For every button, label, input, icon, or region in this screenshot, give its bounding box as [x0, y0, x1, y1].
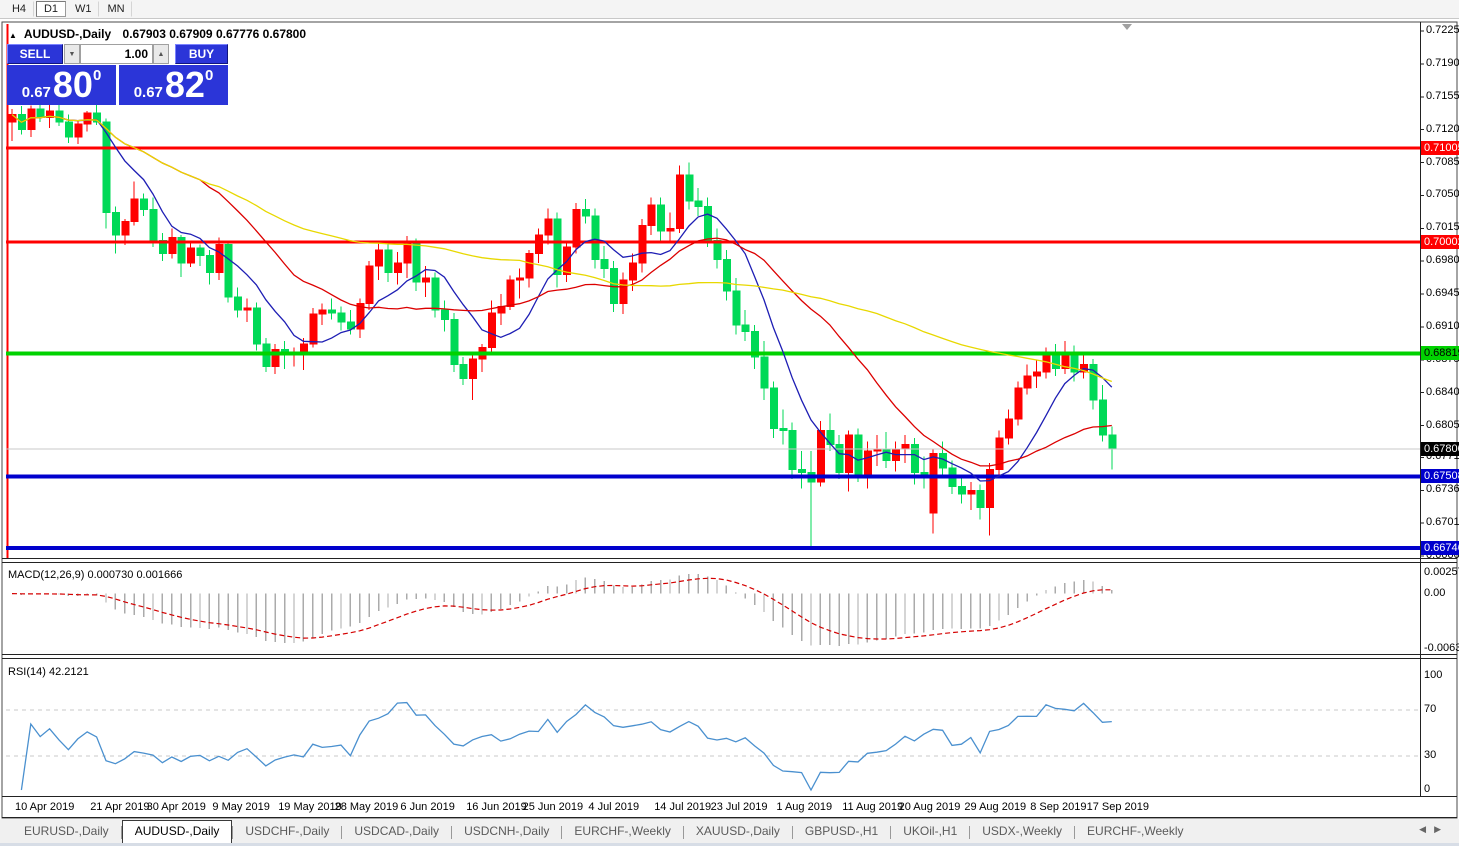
date-tick-label: 11 Aug 2019: [842, 801, 903, 813]
hline-price-label: 0.66746: [1421, 541, 1459, 555]
rsi-legend: RSI(14) 42.2121: [8, 666, 89, 678]
rsi-name: RSI(14): [8, 666, 46, 678]
date-tick-label: 23 Jul 2019: [711, 801, 768, 813]
tab-usdx-weekly[interactable]: USDX-,Weekly: [970, 821, 1074, 843]
date-tick-label: 30 Apr 2019: [147, 801, 206, 813]
rsi-axis-label: 100: [1424, 669, 1442, 681]
one-click-trade-panel: SELL ▼ 1.00 ▲ BUY 0.67 80 0 0.67 82 0: [7, 44, 228, 105]
chevron-up-icon: ▲: [158, 51, 165, 58]
tab-gbpusd-h1[interactable]: GBPUSD-,H1: [793, 821, 890, 843]
buy-price-display[interactable]: 0.67 82 0: [119, 65, 228, 105]
price-tick-label: 0.69100: [1426, 320, 1459, 332]
sell-button[interactable]: SELL: [7, 44, 63, 64]
tab-eurchf-weekly[interactable]: EURCHF-,Weekly: [562, 821, 682, 843]
current-price-label: 0.67800: [1421, 442, 1459, 456]
tab-audusd-daily[interactable]: AUDUSD-,Daily: [122, 820, 233, 843]
price-tick-label: 0.70850: [1426, 156, 1459, 168]
price-tick-label: 0.70500: [1426, 188, 1459, 200]
date-tick-label: 20 Aug 2019: [899, 801, 961, 813]
price-tick-label: 0.72250: [1426, 24, 1459, 36]
tab-usdcad-daily[interactable]: USDCAD-,Daily: [342, 821, 451, 843]
price-tick-label: 0.67010: [1426, 516, 1459, 528]
date-tick-label: 6 Jun 2019: [400, 801, 454, 813]
volume-increase-button[interactable]: ▲: [153, 44, 169, 64]
price-tick-label: 0.68400: [1426, 386, 1459, 398]
tab-ukoil-h1[interactable]: UKOil-,H1: [891, 821, 969, 843]
price-tick-label: 0.71550: [1426, 90, 1459, 102]
ohlc-values: 0.67903 0.67909 0.67776 0.67800: [123, 27, 307, 41]
date-tick-label: 9 May 2019: [212, 801, 269, 813]
rsi-axis-label: 70: [1424, 703, 1436, 715]
date-tick-label: 29 Aug 2019: [964, 801, 1026, 813]
price-tick-label: 0.67360: [1426, 483, 1459, 495]
buy-button[interactable]: BUY: [175, 44, 228, 64]
chart-title: ▲ AUDUSD-,Daily 0.67903 0.67909 0.67776 …: [9, 27, 306, 41]
date-tick-label: 16 Jun 2019: [466, 801, 527, 813]
tab-scroll-left-icon[interactable]: ◀: [1419, 824, 1434, 834]
hline-price-label: 0.67508: [1421, 469, 1459, 483]
macd-axis-min: -0.00632: [1424, 642, 1459, 654]
date-tick-label: 21 Apr 2019: [90, 801, 149, 813]
sell-price-display[interactable]: 0.67 80 0: [7, 65, 116, 105]
tab-usdcnh-daily[interactable]: USDCNH-,Daily: [452, 821, 561, 843]
symbol-label: AUDUSD-,Daily: [24, 27, 111, 41]
price-tick-label: 0.71900: [1426, 57, 1459, 69]
macd-axis-zero: 0.00: [1424, 587, 1445, 599]
date-tick-label: 17 Sep 2019: [1087, 801, 1149, 813]
date-tick-label: 19 May 2019: [278, 801, 342, 813]
macd-legend: MACD(12,26,9) 0.000730 0.001666: [8, 569, 182, 581]
rsi-axis-label: 30: [1424, 749, 1436, 761]
macd-axis-max: 0.002574: [1424, 566, 1459, 578]
tab-xauusd-daily[interactable]: XAUUSD-,Daily: [684, 821, 792, 843]
tab-usdchf-daily[interactable]: USDCHF-,Daily: [233, 821, 341, 843]
mt4-window: H4D1W1MN ▲ AUDUSD-,Daily 0.67903 0.67909…: [0, 0, 1459, 846]
volume-decrease-button[interactable]: ▼: [64, 44, 80, 64]
hline-price-label: 0.68819: [1421, 346, 1459, 360]
date-tick-label: 8 Sep 2019: [1030, 801, 1086, 813]
price-tick-label: 0.69450: [1426, 287, 1459, 299]
sell-price-sup: 0: [93, 67, 101, 84]
tab-scroll-right-icon[interactable]: ▶: [1434, 824, 1449, 834]
price-tick-label: 0.68050: [1426, 419, 1459, 431]
chart-canvas[interactable]: [0, 0, 1459, 846]
macd-name: MACD(12,26,9): [8, 569, 84, 581]
macd-value-signal: 0.001666: [136, 569, 182, 581]
hline-price-label: 0.70002: [1421, 235, 1459, 249]
rsi-value: 42.2121: [49, 666, 89, 678]
chart-shift-marker-icon[interactable]: [1122, 24, 1132, 30]
date-tick-label: 1 Aug 2019: [776, 801, 832, 813]
chart-tab-bar: EURUSD-,DailyAUDUSD-,DailyUSDCHF-,DailyU…: [0, 819, 1459, 843]
date-tick-label: 14 Jul 2019: [654, 801, 711, 813]
triangle-up-icon: ▲: [9, 31, 17, 40]
sell-price-prefix: 0.67: [22, 84, 51, 101]
date-tick-label: 4 Jul 2019: [588, 801, 639, 813]
buy-price-big: 82: [165, 67, 205, 103]
chevron-down-icon: ▼: [69, 51, 76, 58]
sell-price-big: 80: [53, 67, 93, 103]
hline-price-label: 0.71005: [1421, 141, 1459, 155]
volume-input[interactable]: 1.00: [80, 44, 153, 64]
tab-eurusd-daily[interactable]: EURUSD-,Daily: [12, 821, 121, 843]
date-tick-label: 25 Jun 2019: [523, 801, 584, 813]
price-tick-label: 0.70150: [1426, 221, 1459, 233]
buy-price-sup: 0: [205, 67, 213, 84]
price-tick-label: 0.69800: [1426, 254, 1459, 266]
date-tick-label: 28 May 2019: [335, 801, 399, 813]
price-tick-label: 0.71200: [1426, 123, 1459, 135]
rsi-axis-label: 0: [1424, 783, 1430, 795]
buy-price-prefix: 0.67: [134, 84, 163, 101]
tab-scroll-arrows: ◀▶: [1419, 824, 1449, 835]
macd-value-main: 0.000730: [87, 569, 133, 581]
date-tick-label: 10 Apr 2019: [15, 801, 74, 813]
tab-eurchf-weekly[interactable]: EURCHF-,Weekly: [1075, 821, 1195, 843]
